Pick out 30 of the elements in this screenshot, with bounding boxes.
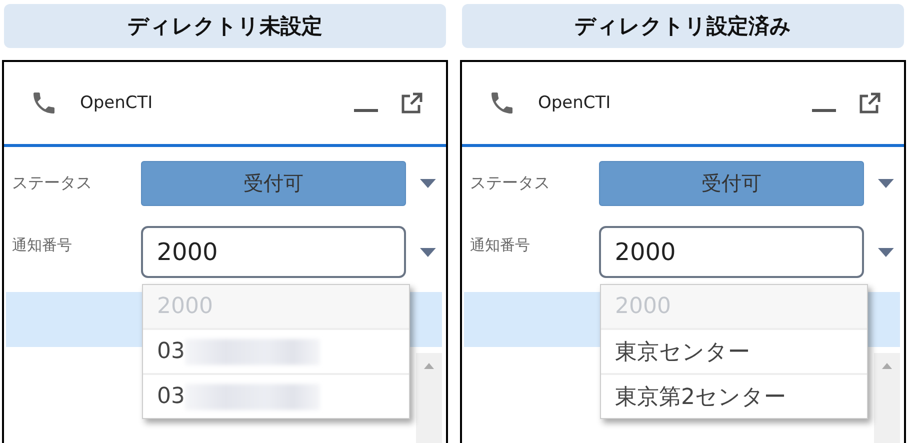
minimize-icon[interactable] (354, 109, 378, 113)
minimize-icon[interactable] (812, 109, 836, 113)
number-select[interactable]: 2000 (140, 226, 406, 278)
scrollbar[interactable] (874, 353, 900, 443)
app-title: OpenCTI (80, 93, 154, 113)
field-label: 通知番号 (470, 236, 531, 255)
option-text: 03 (157, 384, 185, 409)
section-heading: ディレクトリ設定済み (462, 4, 904, 48)
option-text: 東京第2センター (615, 384, 786, 412)
field-label: 通知番号 (12, 236, 73, 255)
section-heading: ディレクトリ未設定 (4, 4, 446, 48)
scrollbar[interactable] (416, 353, 442, 443)
dropdown-option[interactable]: 03 (143, 373, 409, 418)
dropdown-option[interactable]: 東京センター (601, 328, 867, 373)
option-text: 03 (157, 339, 185, 364)
status-button[interactable]: 受付可 (140, 161, 406, 206)
number-select[interactable]: 2000 (598, 226, 864, 278)
popout-icon[interactable] (858, 91, 882, 115)
field-label: ステータス (12, 173, 93, 194)
caret-icon[interactable] (420, 248, 436, 256)
app-title: OpenCTI (538, 93, 612, 113)
field-label: ステータス (470, 173, 551, 194)
caret-icon[interactable] (878, 179, 894, 188)
dropdown-option[interactable]: 03 (143, 328, 409, 373)
status-button[interactable]: 受付可 (598, 161, 864, 206)
popout-icon[interactable] (400, 91, 424, 115)
option-text: 東京センター (615, 338, 750, 366)
dropdown-option[interactable]: 東京第2センター (601, 373, 867, 418)
caret-icon[interactable] (420, 179, 436, 188)
caret-icon[interactable] (878, 248, 894, 256)
